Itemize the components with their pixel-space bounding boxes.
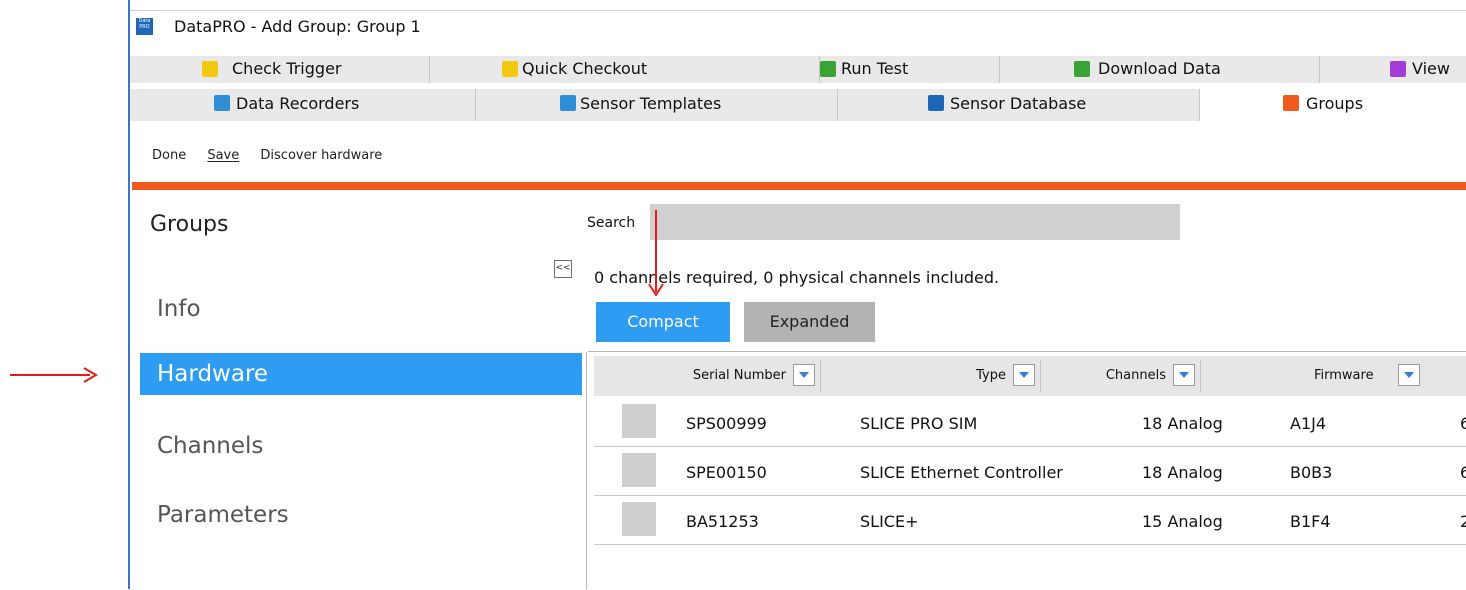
tab-label: Data Recorders [236,94,360,113]
filter-icon[interactable] [1398,364,1420,386]
column-header-label: Serial Number [692,368,786,383]
cell-serial: BA51253 [686,512,759,531]
compact-view-button[interactable]: Compact [596,302,730,342]
sidebar-item-label: Info [157,296,201,322]
save-command[interactable]: Save [207,148,239,163]
tab-label: Download Data [1098,59,1221,78]
tab-label: Check Trigger [232,59,342,78]
window-title: DataPRO - Add Group: Group 1 [174,17,421,36]
discover-hardware-command[interactable]: Discover hardware [260,148,382,163]
accent-divider [132,182,1466,190]
tab-view[interactable]: View [1320,56,1466,83]
filter-icon[interactable] [793,364,815,386]
database-icon [928,95,944,111]
done-command[interactable]: Done [152,148,186,163]
view-icon [1390,61,1406,77]
cell-type: SLICE Ethernet Controller [860,463,1063,482]
tab-row-secondary: Data Recorders Sensor Templates Sensor D… [130,89,1466,121]
table-row[interactable]: SPS00999 SLICE PRO SIM 18 Analog A1J4 6 [594,398,1466,447]
cell-channels: 18 Analog [1142,463,1223,482]
cell-serial: SPE00150 [686,463,767,482]
sidebar-item-info[interactable]: Info [140,288,582,330]
sidebar-heading: Groups [150,212,229,237]
sidebar-item-label: Parameters [157,502,289,528]
table-row[interactable]: SPE00150 SLICE Ethernet Controller 18 An… [594,447,1466,496]
groups-icon [1283,95,1299,111]
row-select-checkbox[interactable] [622,453,656,487]
template-icon [560,95,576,111]
expanded-view-button[interactable]: Expanded [744,302,875,342]
table-row[interactable]: BA51253 SLICE+ 15 Analog B1F4 2 [594,496,1466,545]
title-bar: Data PRO DataPRO - Add Group: Group 1 [130,10,1466,41]
column-header-serial-number[interactable]: Serial Number [594,356,820,396]
tab-quick-checkout[interactable]: Quick Checkout [430,56,820,83]
cell-extra: 2 [1460,512,1466,531]
column-header-label: Channels [1105,368,1166,383]
app-logo-icon: Data PRO [136,18,153,35]
tab-label: Quick Checkout [522,59,648,78]
sidebar-item-channels[interactable]: Channels [140,425,582,467]
cell-firmware: B1F4 [1290,512,1331,531]
column-header-label: Firmware [1314,368,1374,383]
tab-run-test[interactable]: Run Test [820,56,1000,83]
tab-label: Sensor Database [950,94,1087,113]
run-test-icon [820,61,836,77]
tab-row-primary: Check Trigger Quick Checkout Run Test Do… [130,56,1466,83]
cell-serial: SPS00999 [686,414,767,433]
download-icon [1074,61,1090,77]
tab-sensor-database[interactable]: Sensor Database [838,89,1200,121]
grid-header: Serial Number Type Channels Firmware [594,356,1466,396]
tab-sensor-templates[interactable]: Sensor Templates [476,89,838,121]
tab-download-data[interactable]: Download Data [1000,56,1320,83]
command-bar: Done Save Discover hardware [152,148,399,163]
column-header-firmware[interactable]: Firmware [1200,356,1438,396]
column-header-channels[interactable]: Channels [1040,356,1200,396]
sidebar-item-parameters[interactable]: Parameters [140,494,582,536]
trigger-icon [202,61,218,77]
tab-label: Groups [1306,94,1364,113]
tab-label: Run Test [841,59,909,78]
tab-data-recorders[interactable]: Data Recorders [130,89,476,121]
sidebar-divider [586,352,587,589]
tab-label: View [1412,59,1450,78]
search-label: Search [587,215,636,231]
sidebar-item-hardware[interactable]: Hardware [140,353,582,395]
sidebar-item-label: Channels [157,433,264,459]
row-select-checkbox[interactable] [622,502,656,536]
search-input[interactable] [650,204,1180,240]
cell-channels: 18 Analog [1142,414,1223,433]
tab-check-trigger[interactable]: Check Trigger [130,56,430,83]
hardware-grid: Serial Number Type Channels Firmware SPS… [588,351,1466,590]
column-header-type[interactable]: Type [820,356,1040,396]
row-select-checkbox[interactable] [622,404,656,438]
cell-extra: 6 [1460,414,1466,433]
cell-type: SLICE PRO SIM [860,414,978,433]
app-window: Data PRO DataPRO - Add Group: Group 1 Ch… [128,0,1466,589]
cell-extra: 6 [1460,463,1466,482]
column-header-label: Type [976,368,1006,383]
cell-channels: 15 Analog [1142,512,1223,531]
sidebar-item-label: Hardware [157,361,269,387]
checkout-icon [502,61,518,77]
tab-groups[interactable]: Groups [1200,89,1466,121]
cell-firmware: A1J4 [1290,414,1327,433]
tab-label: Sensor Templates [580,94,722,113]
cell-type: SLICE+ [860,512,919,531]
filter-icon[interactable] [1013,364,1035,386]
collapse-sidebar-button[interactable]: << [554,260,572,278]
cell-firmware: B0B3 [1290,463,1333,482]
recorder-icon [214,95,230,111]
filter-icon[interactable] [1173,364,1195,386]
